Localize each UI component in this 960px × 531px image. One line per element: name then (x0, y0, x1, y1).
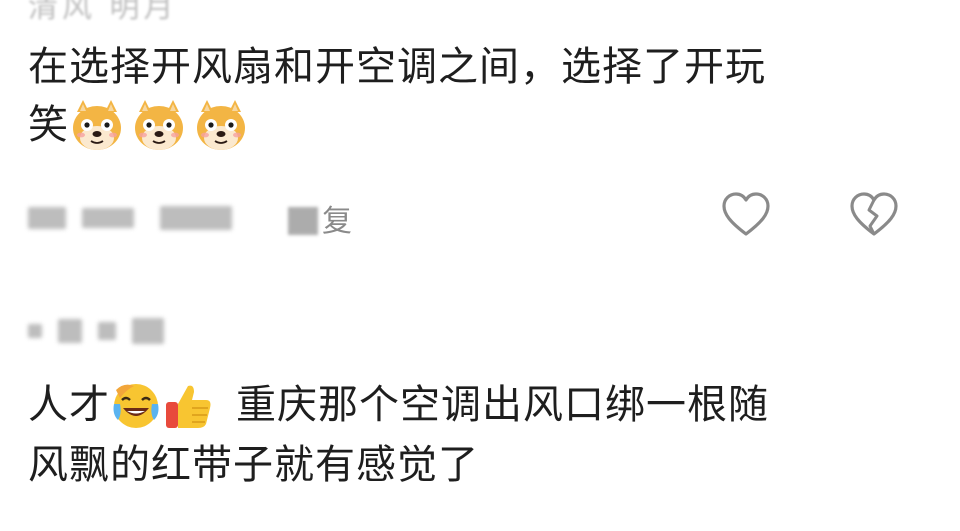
thumbs-up-emoji-icon (166, 385, 211, 428)
blurred-location (160, 206, 232, 230)
reply-label-blurred (288, 207, 318, 235)
heart-outline-icon[interactable] (720, 190, 772, 242)
comment-1-line1: 在选择开风扇和开空调之间，选择了开玩 (28, 44, 766, 90)
comment-1-emojis (69, 98, 255, 156)
comment-text-2: 人才 重庆那个空调出风口绑一根随 风飘的红带子就有感觉了 (28, 376, 928, 494)
comment-2-line1: 重庆那个空调出风口绑一根随 (236, 382, 769, 428)
comment-text-1: 在选择开风扇和开空调之间，选择了开玩 笑 (28, 38, 928, 156)
doge-emoji-icon (197, 100, 245, 150)
comment-2-username-blurred[interactable] (28, 318, 164, 344)
blurred-name-part (132, 318, 164, 344)
blurred-date (28, 207, 66, 229)
reply-label: 复 (322, 204, 352, 239)
comment-2-line2: 风飘的红带子就有感觉了 (28, 442, 479, 488)
comment-2-prefix: 人才 (28, 382, 110, 428)
blurred-time (82, 208, 134, 228)
blurred-name-part (98, 322, 116, 340)
previous-username-fragment: 清风 明月 (28, 0, 178, 25)
comment-2-emojis (110, 378, 214, 436)
blurred-name-part (58, 319, 82, 343)
broken-heart-icon[interactable] (848, 190, 900, 242)
comment-1-meta: 复 (28, 196, 352, 240)
blurred-name-part (28, 324, 42, 338)
comment-1-line2: 笑 (28, 102, 69, 148)
doge-emoji-icon (73, 100, 121, 150)
reply-button[interactable]: 复 (288, 196, 352, 240)
laugh-cry-emoji-icon (113, 384, 159, 428)
doge-emoji-icon (135, 100, 183, 150)
